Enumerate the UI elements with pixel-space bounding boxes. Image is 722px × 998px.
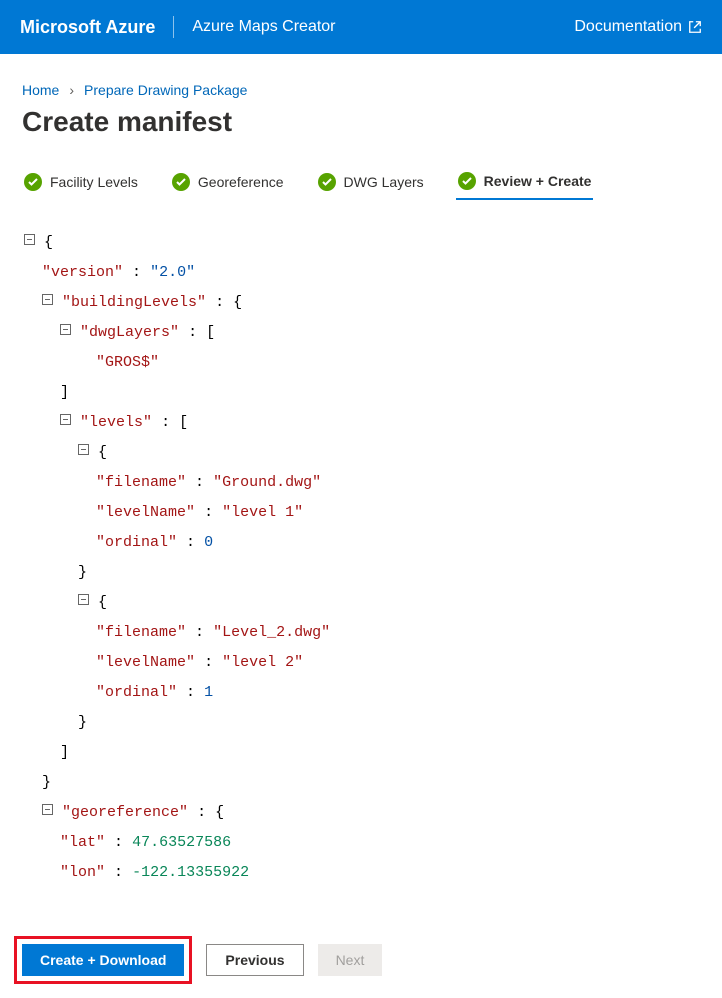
create-download-button[interactable]: Create + Download — [22, 944, 184, 976]
breadcrumb-current-link[interactable]: Prepare Drawing Package — [84, 82, 247, 98]
check-circle-icon — [172, 173, 190, 191]
product-label: Azure Maps Creator — [192, 18, 335, 36]
breadcrumb: Home › Prepare Drawing Package — [22, 82, 700, 98]
wizard-steps: Facility Levels Georeference DWG Layers … — [22, 166, 700, 200]
vertical-divider — [173, 16, 174, 38]
external-link-icon — [688, 20, 702, 34]
next-button: Next — [318, 944, 383, 976]
top-nav-bar: Microsoft Azure Azure Maps Creator Docum… — [0, 0, 722, 54]
collapse-toggle-icon[interactable] — [42, 294, 53, 305]
wizard-footer: Create + Download Previous Next — [0, 928, 722, 998]
step-label: Review + Create — [484, 173, 592, 189]
breadcrumb-home-link[interactable]: Home — [22, 82, 59, 98]
page-title: Create manifest — [22, 106, 700, 138]
collapse-toggle-icon[interactable] — [24, 234, 35, 245]
step-label: Facility Levels — [50, 174, 138, 190]
check-circle-icon — [24, 173, 42, 191]
check-circle-icon — [458, 172, 476, 190]
step-label: Georeference — [198, 174, 284, 190]
step-facility-levels[interactable]: Facility Levels — [22, 167, 140, 199]
collapse-toggle-icon[interactable] — [60, 414, 71, 425]
step-dwg-layers[interactable]: DWG Layers — [316, 167, 426, 199]
brand-label: Microsoft Azure — [20, 17, 155, 38]
collapse-toggle-icon[interactable] — [78, 444, 89, 455]
collapse-toggle-icon[interactable] — [78, 594, 89, 605]
manifest-json-viewer: { "version" : "2.0" "buildingLevels" : {… — [22, 228, 700, 928]
check-circle-icon — [318, 173, 336, 191]
previous-button[interactable]: Previous — [206, 944, 303, 976]
highlight-box: Create + Download — [14, 936, 192, 984]
collapse-toggle-icon[interactable] — [42, 804, 53, 815]
step-label: DWG Layers — [344, 174, 424, 190]
step-review-create[interactable]: Review + Create — [456, 166, 594, 200]
collapse-toggle-icon[interactable] — [60, 324, 71, 335]
chevron-right-icon: › — [69, 82, 74, 98]
documentation-label: Documentation — [574, 18, 682, 36]
documentation-link[interactable]: Documentation — [574, 18, 702, 36]
step-georeference[interactable]: Georeference — [170, 167, 286, 199]
